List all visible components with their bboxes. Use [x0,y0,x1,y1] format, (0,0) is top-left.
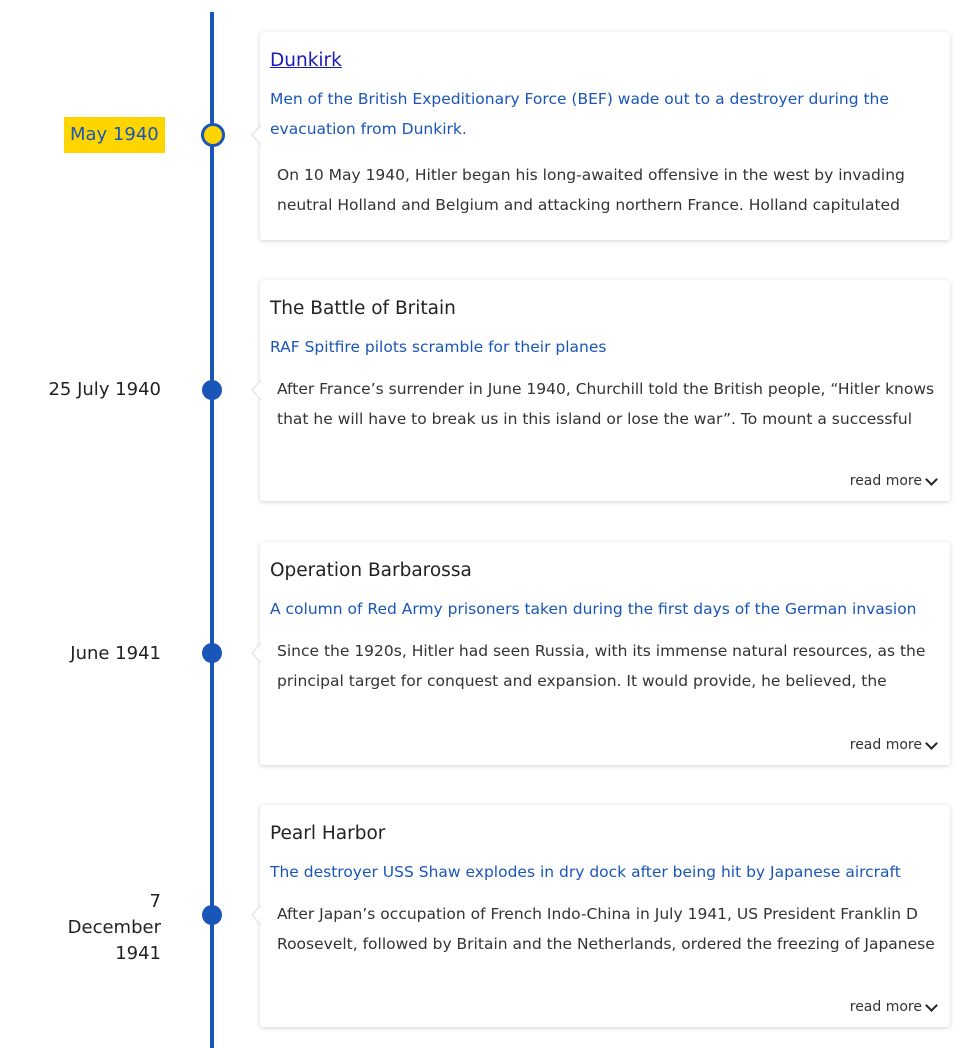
event-title: Pearl Harbor [270,823,386,844]
chevron-down-icon [925,472,938,486]
event-summary: On 10 May 1940, Hitler began his long-aw… [277,166,905,214]
read-more-label: read more [849,999,922,1015]
timeline-marker[interactable] [202,380,222,400]
read-more-label: read more [849,737,922,753]
event-title: Dunkirk [270,48,940,74]
event-card: Operation Barbarossa A column of Red Arm… [251,542,950,765]
event-card: Dunkirk Men of the British Expeditionary… [251,32,950,240]
event-card: The Battle of Britain RAF Spitfire pilot… [251,280,950,501]
event-date: 7 December 1941 [67,891,161,964]
card-pointer [251,124,262,146]
timeline-marker[interactable] [202,905,222,925]
timeline-line [210,12,214,1048]
event-date: 25 July 1940 [48,379,161,400]
event-summary: After Japan’s occupation of French Indo-… [277,905,935,953]
timeline-marker[interactable] [202,643,222,663]
event-date: June 1941 [70,643,161,664]
card-pointer [251,904,262,926]
event-image-caption: The destroyer USS Shaw explodes in dry d… [270,863,901,881]
event-image-caption: Men of the British Expeditionary Force (… [270,90,889,138]
chevron-down-icon [925,998,938,1012]
event-date: May 1940 [64,117,165,153]
timeline-marker-active[interactable] [201,123,225,147]
event-summary: Since the 1920s, Hitler had seen Russia,… [277,642,926,690]
read-more-button[interactable]: read more [849,998,938,1015]
card-pointer [251,642,262,664]
read-more-button[interactable]: read more [849,472,938,489]
event-card: Pearl Harbor The destroyer USS Shaw expl… [251,805,950,1027]
read-more-label: read more [849,473,922,489]
event-image-caption: A column of Red Army prisoners taken dur… [270,600,917,618]
event-title-link[interactable]: Dunkirk [270,50,342,71]
event-summary: After France’s surrender in June 1940, C… [277,380,935,428]
event-image-caption: RAF Spitfire pilots scramble for their p… [270,338,607,356]
chevron-down-icon [925,736,938,750]
event-title: Operation Barbarossa [270,560,472,581]
event-title: The Battle of Britain [270,298,456,319]
card-pointer [251,379,262,401]
read-more-button[interactable]: read more [849,736,938,753]
